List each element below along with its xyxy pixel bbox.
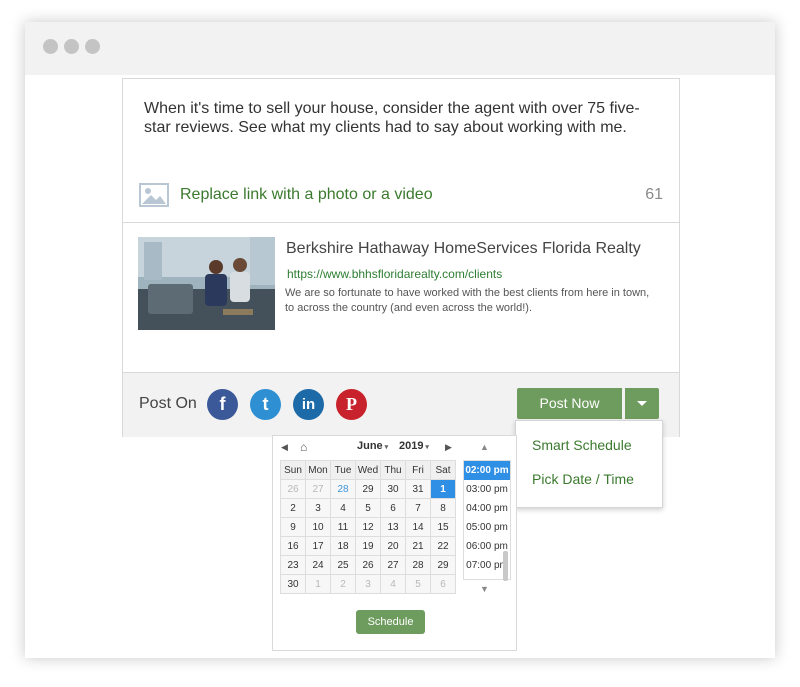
twitter-icon[interactable]: t [250,389,281,420]
time-scroll-up-icon[interactable]: ▲ [480,442,489,452]
date-time-picker: ◀ ⌂ June ▾ 2019 ▾ ▶ ▲ Sun Mon Tue Wed Th… [272,435,517,651]
calendar-day[interactable]: 17 [305,536,331,556]
weekday-label: Sun [280,460,306,480]
calendar-day[interactable]: 23 [280,555,306,575]
calendar-day[interactable]: 1 [305,574,331,594]
calendar-day[interactable]: 5 [355,498,381,518]
calendar-day[interactable]: 21 [405,536,431,556]
calendar-day[interactable]: 26 [355,555,381,575]
compose-card: When it's time to sell your house, consi… [122,78,680,437]
time-scrollbar[interactable] [503,551,508,581]
calendar-day[interactable]: 29 [430,555,456,575]
year-select[interactable]: 2019 ▾ [399,440,429,452]
calendar-day[interactable]: 2 [280,498,306,518]
calendar-day[interactable]: 11 [330,517,356,537]
prev-month-icon[interactable]: ◀ [281,442,288,453]
time-option-selected[interactable]: 02:00 pm [464,461,510,480]
calendar-day[interactable]: 29 [355,479,381,499]
weekday-label: Wed [355,460,381,480]
calendar-day[interactable]: 28 [330,479,356,499]
home-icon[interactable]: ⌂ [300,440,307,454]
pinterest-icon[interactable]: P [336,389,367,420]
calendar-day[interactable]: 27 [380,555,406,575]
calendar-day[interactable]: 14 [405,517,431,537]
browser-window: When it's time to sell your house, consi… [25,22,775,658]
divider [123,222,679,223]
calendar-day[interactable]: 6 [430,574,456,594]
image-icon [139,183,169,207]
calendar-day[interactable]: 24 [305,555,331,575]
preview-image [138,237,275,330]
post-on-label: Post On [139,395,197,412]
calendar-day[interactable]: 20 [380,536,406,556]
post-options-menu: Smart Schedule Pick Date / Time [515,420,663,508]
calendar-day[interactable]: 3 [355,574,381,594]
calendar-day[interactable]: 22 [430,536,456,556]
menu-item-pick-date-time[interactable]: Pick Date / Time [532,471,634,487]
calendar-day[interactable]: 8 [430,498,456,518]
calendar-day[interactable]: 18 [330,536,356,556]
calendar-day[interactable]: 16 [280,536,306,556]
calendar-day[interactable]: 25 [330,555,356,575]
calendar-day[interactable]: 31 [405,479,431,499]
schedule-button[interactable]: Schedule [356,610,425,634]
calendar-day[interactable]: 4 [330,498,356,518]
preview-title[interactable]: Berkshire Hathaway HomeServices Florida … [286,240,641,258]
facebook-icon[interactable]: f [207,389,238,420]
calendar-day[interactable]: 10 [305,517,331,537]
calendar-day[interactable]: 12 [355,517,381,537]
calendar-day[interactable]: 30 [380,479,406,499]
character-count: 61 [645,186,663,203]
calendar-day[interactable]: 7 [405,498,431,518]
next-month-icon[interactable]: ▶ [445,442,452,453]
calendar-day[interactable]: 2 [330,574,356,594]
preview-url[interactable]: https://www.bhhsfloridarealty.com/client… [287,267,502,281]
weekday-label: Mon [305,460,331,480]
calendar-day[interactable]: 19 [355,536,381,556]
time-option[interactable]: 03:00 pm [464,480,510,499]
calendar-day[interactable]: 27 [305,479,331,499]
post-message[interactable]: When it's time to sell your house, consi… [144,99,659,137]
calendar-day[interactable]: 9 [280,517,306,537]
calendar-day[interactable]: 13 [380,517,406,537]
weekday-label: Thu [380,460,406,480]
calendar-day[interactable]: 6 [380,498,406,518]
menu-item-smart-schedule[interactable]: Smart Schedule [532,437,632,453]
month-select[interactable]: June ▾ [357,440,388,452]
calendar-day[interactable]: 5 [405,574,431,594]
weekday-label: Tue [330,460,356,480]
linkedin-icon[interactable]: in [293,389,324,420]
window-dot [43,39,58,54]
window-titlebar [25,22,775,75]
window-dot [85,39,100,54]
calendar-grid: Sun Mon Tue Wed Thu Fri Sat 26 27 28 29 … [280,460,456,594]
replace-link-row: Replace link with a photo or a video 61 [139,181,663,211]
time-option[interactable]: 04:00 pm [464,499,510,518]
calendar-day-selected[interactable]: 1 [430,479,456,499]
calendar-day[interactable]: 28 [405,555,431,575]
time-scroll-down-icon[interactable]: ▼ [480,584,489,594]
calendar-day[interactable]: 3 [305,498,331,518]
calendar-day[interactable]: 15 [430,517,456,537]
weekday-label: Fri [405,460,431,480]
window-dot [64,39,79,54]
calendar-day[interactable]: 30 [280,574,306,594]
calendar-day[interactable]: 26 [280,479,306,499]
calendar-day[interactable]: 4 [380,574,406,594]
post-options-chevron-down-icon[interactable] [625,388,659,419]
post-now-button[interactable]: Post Now [517,388,622,419]
preview-description: We are so fortunate to have worked with … [285,287,650,314]
weekday-label: Sat [430,460,456,480]
replace-link[interactable]: Replace link with a photo or a video [180,186,433,204]
time-option[interactable]: 05:00 pm [464,518,510,537]
